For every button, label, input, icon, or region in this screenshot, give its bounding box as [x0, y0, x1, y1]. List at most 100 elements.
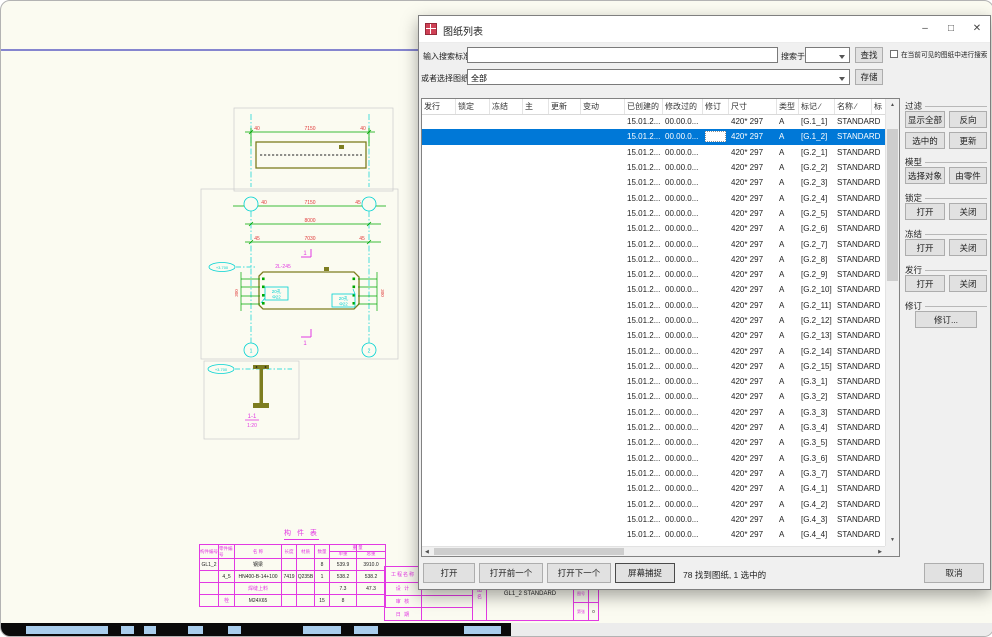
table-cell-modified: 00.00.0...	[663, 224, 703, 233]
select-objects-button[interactable]: 选择对象	[905, 167, 945, 184]
drawing-settings-combobox[interactable]: 全部	[467, 69, 850, 85]
table-row[interactable]: 15.01.2...00.00.0...420* 297A[G.2_2]STAN…	[422, 160, 885, 175]
issue-off-button[interactable]: 关闭	[949, 275, 987, 292]
table-row[interactable]: 15.01.2...00.00.0...420* 297A[G.2_10]STA…	[422, 282, 885, 297]
col-header-type[interactable]: 类型	[777, 99, 799, 114]
table-row[interactable]: 15.01.2...00.00.0...420* 297A[G.2_15]STA…	[422, 359, 885, 374]
col-header-created[interactable]: 已创建的	[625, 99, 663, 114]
part-table-cell: 3910.0	[357, 559, 385, 570]
table-row[interactable]: 15.01.2...00.00.0...420* 297A[G.3_6]STAN…	[422, 451, 885, 466]
show-all-button[interactable]: 显示全部	[905, 111, 945, 128]
table-row[interactable]: 15.01.2...00.00.0...420* 297A[G.2_6]STAN…	[422, 221, 885, 236]
update-button[interactable]: 更新	[949, 132, 987, 149]
table-row[interactable]: 15.01.2...00.00.0...420* 297A[G.2_14]STA…	[422, 343, 885, 358]
invert-button[interactable]: 反向	[949, 111, 987, 128]
taskbar-item[interactable]	[303, 626, 341, 634]
table-row[interactable]: 15.01.2...00.00.0...420* 297A[G.3_4]STAN…	[422, 420, 885, 435]
table-row[interactable]: 15.01.2...00.00.0...420* 297A[G.4_1]STAN…	[422, 481, 885, 496]
scroll-down-icon[interactable]: ▼	[886, 537, 899, 543]
table-row[interactable]: 15.01.2...00.00.0...420* 297A[G.2_1]STAN…	[422, 145, 885, 160]
open-button[interactable]: 打开	[423, 563, 475, 583]
table-cell-type: A	[777, 454, 799, 463]
table-row[interactable]: 15.01.2...00.00.0...420* 297A[G.2_3]STAN…	[422, 175, 885, 190]
col-header-change[interactable]: 变动	[581, 99, 625, 114]
taskbar-item[interactable]	[228, 626, 241, 634]
lock-on-button[interactable]: 打开	[905, 203, 945, 220]
table-row[interactable]: 15.01.2...00.00.0...420* 297A[G.2_8]STAN…	[422, 252, 885, 267]
close-button[interactable]: ✕	[964, 16, 990, 42]
table-row[interactable]: 15.01.2...00.00.0...420* 297A[G.3_1]STAN…	[422, 374, 885, 389]
taskbar-item[interactable]	[188, 626, 203, 634]
col-header-update[interactable]: 更新	[549, 99, 581, 114]
table-row[interactable]: 15.01.2...00.00.0...420* 297A[G.2_7]STAN…	[422, 236, 885, 251]
find-button[interactable]: 查找	[855, 47, 883, 63]
table-row[interactable]: 15.01.2...00.00.0...420* 297A[G.2_4]STAN…	[422, 190, 885, 205]
part-table-cell: GL1_2	[200, 559, 219, 570]
col-header-size[interactable]: 尺寸	[729, 99, 777, 114]
taskbar-item[interactable]	[464, 626, 501, 634]
selected-button[interactable]: 选中的	[905, 132, 945, 149]
vertical-scroll-thumb[interactable]	[887, 129, 898, 281]
taskbar-item[interactable]	[144, 626, 156, 634]
search-in-combobox[interactable]	[805, 47, 850, 63]
table-row[interactable]: 15.01.2...00.00.0...420* 297A[G.2_9]STAN…	[422, 267, 885, 282]
table-cell-size: 420* 297	[729, 484, 777, 493]
table-row[interactable]: 15.01.2...00.00.0...420* 297A[G.2_13]STA…	[422, 328, 885, 343]
scroll-up-icon[interactable]: ▲	[886, 102, 899, 108]
scroll-left-icon[interactable]: ◀	[425, 549, 429, 555]
part-table-cell	[200, 595, 219, 606]
horizontal-scroll-thumb[interactable]	[434, 548, 624, 555]
table-row[interactable]: 15.01.2...00.00.0...420* 297A[G.1_2]STAN…	[422, 129, 885, 144]
table-row[interactable]: 15.01.2...00.00.0...420* 297A[G.3_5]STAN…	[422, 435, 885, 450]
col-header-revision[interactable]: 修订	[703, 99, 729, 114]
table-row[interactable]: 15.01.2...00.00.0...420* 297A[G.4_3]STAN…	[422, 512, 885, 527]
col-header-issue[interactable]: 发行	[422, 99, 456, 114]
taskbar-item[interactable]	[26, 626, 108, 634]
by-parts-button[interactable]: 由零件	[949, 167, 987, 184]
lock-off-button[interactable]: 关闭	[949, 203, 987, 220]
col-header-lock[interactable]: 锁定	[456, 99, 490, 114]
table-row[interactable]: 15.01.2...00.00.0...420* 297A[G.1_1]STAN…	[422, 114, 885, 129]
table-row[interactable]: 15.01.2...00.00.0...420* 297A[G.4_4]STAN…	[422, 527, 885, 542]
horizontal-scrollbar[interactable]: ◀ ▶	[422, 546, 885, 556]
open-previous-button[interactable]: 打开前一个	[479, 563, 543, 583]
scroll-right-icon[interactable]: ▶	[878, 549, 882, 555]
table-row[interactable]: 15.01.2...00.00.0...420* 297A[G.3_2]STAN…	[422, 389, 885, 404]
table-cell-modified: 00.00.0...	[663, 347, 703, 356]
visible-drawings-checkbox[interactable]	[890, 50, 898, 58]
col-header-modified[interactable]: 修改过的	[663, 99, 703, 114]
maximize-button[interactable]: □	[938, 16, 964, 42]
vertical-scrollbar[interactable]: ▲ ▼	[885, 99, 899, 546]
table-row[interactable]: 15.01.2...00.00.0...420* 297A[G.3_7]STAN…	[422, 466, 885, 481]
col-header-freeze[interactable]: 冻结	[490, 99, 523, 114]
table-row[interactable]: 15.01.2...00.00.0...420* 297A[G.2_5]STAN…	[422, 206, 885, 221]
issue-on-button[interactable]: 打开	[905, 275, 945, 292]
freeze-off-button[interactable]: 关闭	[949, 239, 987, 256]
search-input[interactable]	[467, 47, 778, 63]
open-next-button[interactable]: 打开下一个	[547, 563, 611, 583]
save-button[interactable]: 存储	[855, 69, 883, 85]
revision-edit-cell[interactable]	[705, 131, 726, 142]
taskbar-item[interactable]	[354, 626, 378, 634]
table-cell-modified: 00.00.0...	[663, 331, 703, 340]
table-cell-created: 15.01.2...	[625, 194, 663, 203]
table-row[interactable]: 15.01.2...00.00.0...420* 297A[G.4_2]STAN…	[422, 496, 885, 511]
col-header-name[interactable]: 名称 ∕	[835, 99, 872, 114]
table-cell-size: 420* 297	[729, 255, 777, 264]
table-row[interactable]: 15.01.2...00.00.0...420* 297A[G.2_12]STA…	[422, 313, 885, 328]
table-row[interactable]: 15.01.2...00.00.0...420* 297A[G.2_11]STA…	[422, 298, 885, 313]
plan-dim-right: 40	[360, 126, 366, 132]
table-cell-modified: 00.00.0...	[663, 500, 703, 509]
minimize-button[interactable]: –	[912, 16, 938, 42]
col-header-main[interactable]: 主	[523, 99, 549, 114]
freeze-on-button[interactable]: 打开	[905, 239, 945, 256]
dialog-titlebar[interactable]: 图纸列表 – □ ✕	[419, 16, 990, 43]
taskbar-item[interactable]	[121, 626, 134, 634]
table-cell-name: STANDARD	[835, 530, 885, 539]
col-header-mark[interactable]: 标记 ∕	[799, 99, 835, 114]
cancel-button[interactable]: 取消	[924, 563, 984, 583]
revision-button[interactable]: 修订...	[915, 311, 977, 328]
table-row[interactable]: 15.01.2...00.00.0...420* 297A[G.3_3]STAN…	[422, 405, 885, 420]
snapshot-button[interactable]: 屏幕捕捉	[615, 563, 675, 583]
col-header-title[interactable]: 标	[872, 99, 886, 114]
